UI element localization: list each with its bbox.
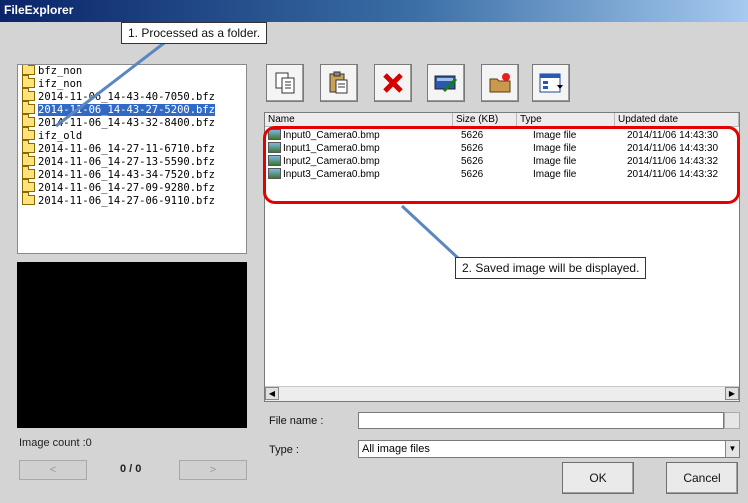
callout-saved-images: 2. Saved image will be displayed. [455,257,647,279]
callout-lines [55,38,460,260]
callout-folder: 1. Processed as a folder. [121,22,268,44]
callout-line-folder [55,38,169,128]
callout-line-saved [400,204,460,260]
